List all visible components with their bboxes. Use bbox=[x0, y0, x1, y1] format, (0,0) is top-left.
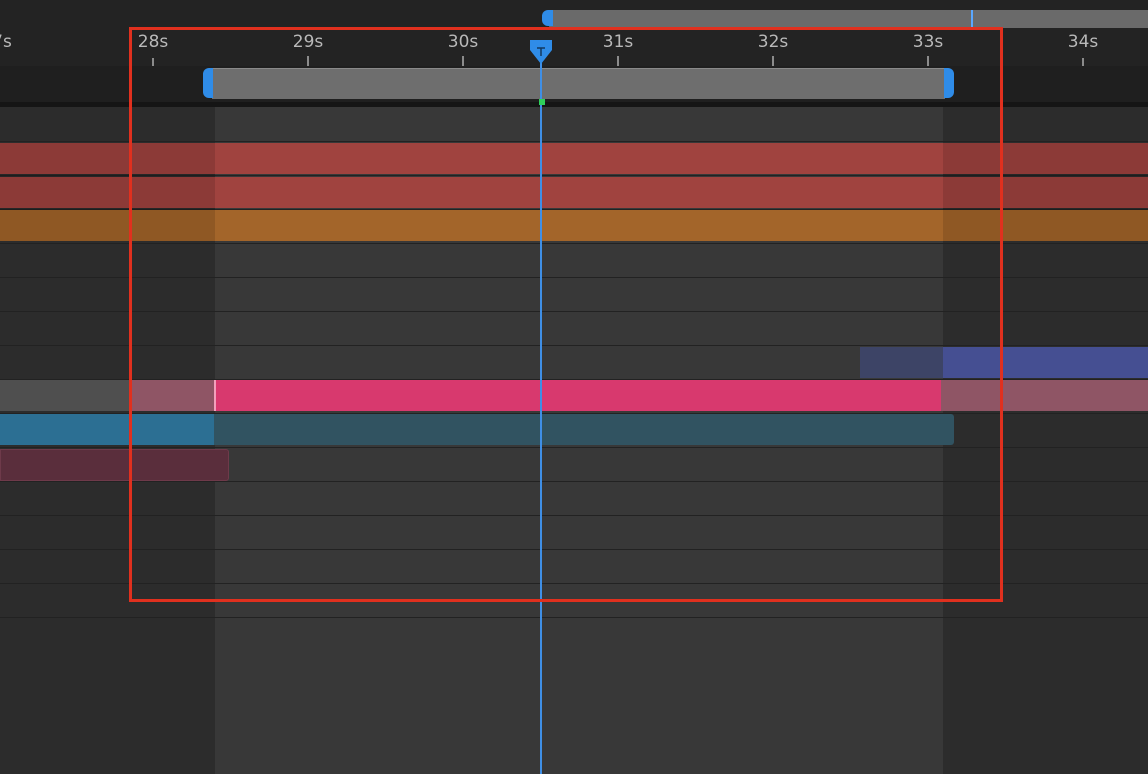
ruler-tick-label: 34s bbox=[1067, 32, 1099, 52]
track-divider bbox=[0, 617, 1148, 618]
time-navigator-bar[interactable] bbox=[549, 10, 1148, 28]
selection-highlight-box bbox=[129, 27, 1003, 602]
layer-bar-gray[interactable] bbox=[0, 380, 130, 411]
ruler-tick-label: 7s bbox=[0, 32, 12, 52]
navigator-current-time bbox=[971, 10, 973, 28]
time-navigator-start-handle[interactable] bbox=[542, 10, 553, 26]
